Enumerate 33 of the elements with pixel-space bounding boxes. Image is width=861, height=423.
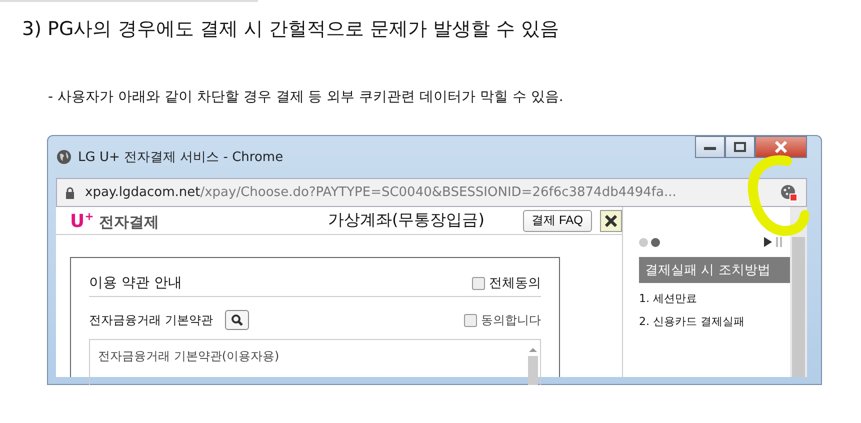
minimize-button[interactable]	[695, 136, 725, 158]
window-title: LG U+ 전자결제 서비스 - Chrome	[78, 149, 284, 166]
step-text: 1. 세션만료	[639, 291, 698, 306]
agree-all-checkbox[interactable]: 전체동의	[472, 274, 541, 292]
play-pause-icon[interactable]	[764, 237, 784, 247]
maximize-icon	[734, 142, 746, 152]
lock-icon	[65, 186, 75, 198]
note-text: - 사용자가 아래와 같이 차단할 경우 결제 등 외부 쿠키관련 데이터가 막힐 수 있음.	[48, 88, 564, 106]
faq-button[interactable]: 결제 FAQ	[522, 210, 592, 232]
search-button[interactable]	[224, 310, 249, 330]
scrollbar[interactable]	[526, 348, 540, 385]
section-heading: 3) PG사의 경우에도 결제 시 간헐적으로 문제가 발생할 수 있음	[22, 17, 560, 42]
close-icon	[774, 141, 788, 153]
slide-dot[interactable]	[639, 238, 648, 246]
step-text: 2. 신용카드 결제실패	[639, 314, 746, 329]
logo: U$^{+}$ 전자결제	[70, 210, 160, 232]
slide-dot[interactable]	[651, 238, 660, 246]
terms-content: 전자금융거래 기본약관(이용자용)	[98, 348, 280, 365]
cookie-blocked-icon[interactable]	[780, 184, 798, 202]
agree-checkbox[interactable]: 동의합니다	[464, 312, 541, 328]
url-text: xpay.lgdacom.net/xpay/Choose.do?PAYTYPE=SC0040&BSESSIONID=26f6c3874db4494fa...	[85, 185, 676, 200]
search-icon	[230, 314, 243, 326]
terms-title: 이용 약관 안내	[89, 274, 183, 292]
minimize-icon	[704, 144, 716, 150]
globe-icon	[56, 149, 72, 165]
terms-label: 전자금융거래 기본약관	[89, 312, 213, 328]
side-heading: 결제실패 시 조치방법	[639, 257, 790, 283]
maximize-button[interactable]	[725, 136, 755, 158]
scrollbar[interactable]	[790, 207, 807, 377]
close-button[interactable]	[600, 210, 622, 232]
page-title: 가상계좌(무통장입금)	[328, 210, 486, 231]
address-bar[interactable]: xpay.lgdacom.net/xpay/Choose.do?PAYTYPE=SC0040&BSESSIONID=26f6c3874db4494fa...	[56, 178, 807, 207]
close-icon	[605, 214, 617, 226]
